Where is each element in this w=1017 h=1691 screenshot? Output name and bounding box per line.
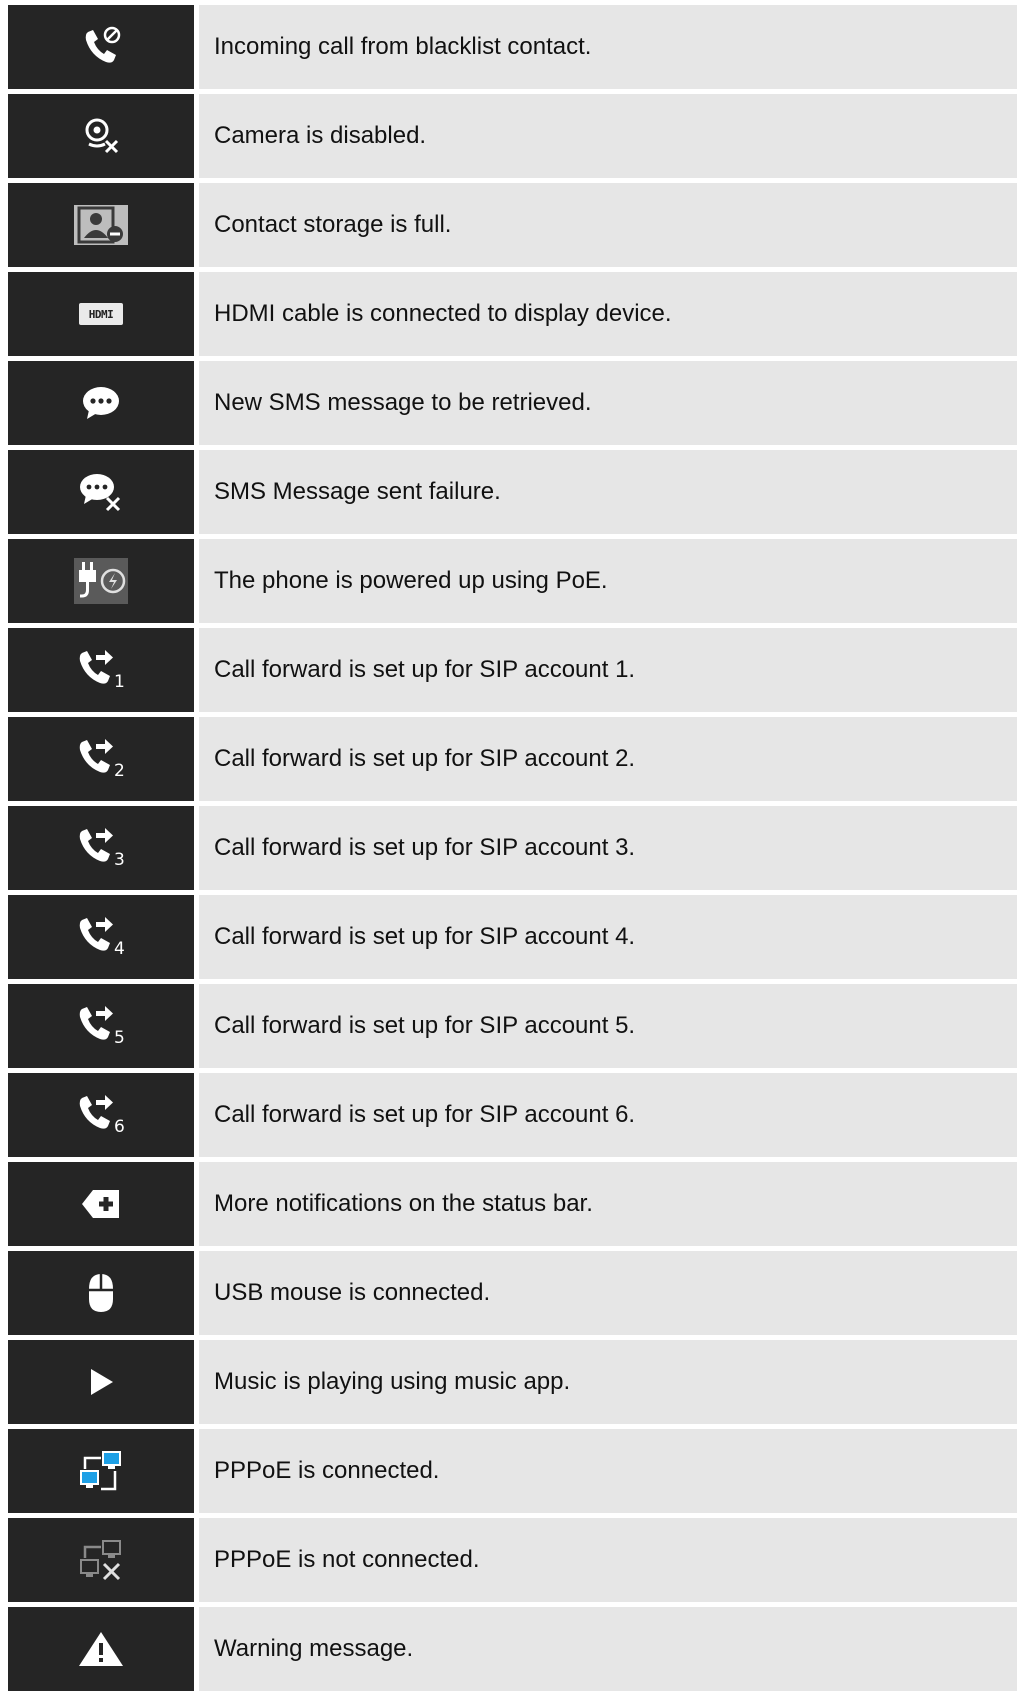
description-cell: Camera is disabled. <box>199 94 1017 178</box>
description-cell: USB mouse is connected. <box>199 1251 1017 1335</box>
description-text: Call forward is set up for SIP account 6… <box>214 1101 636 1128</box>
account-number-label: 2 <box>114 761 125 781</box>
icon-cell: 2 <box>8 717 194 801</box>
description-cell: Music is playing using music app. <box>199 1340 1017 1424</box>
call-forward-icon: 5 <box>73 1002 129 1050</box>
account-number-label: 1 <box>114 672 125 692</box>
icon-cell: 5 <box>8 984 194 1068</box>
icon-cell <box>8 1518 194 1602</box>
description-text: Incoming call from blacklist contact. <box>214 33 592 60</box>
description-text: Call forward is set up for SIP account 3… <box>214 834 636 861</box>
pppoe-disconnected-icon <box>77 1538 125 1582</box>
description-cell: Call forward is set up for SIP account 2… <box>199 717 1017 801</box>
description-cell: New SMS message to be retrieved. <box>199 361 1017 445</box>
description-text: Camera is disabled. <box>214 122 427 149</box>
description-text: SMS Message sent failure. <box>214 478 501 505</box>
description-text: HDMI cable is connected to display devic… <box>214 300 672 327</box>
account-number-label: 3 <box>114 850 125 870</box>
description-text: PPPoE is connected. <box>214 1457 440 1484</box>
music-playing-icon <box>86 1366 116 1398</box>
icon-cell: 4 <box>8 895 194 979</box>
description-text: New SMS message to be retrieved. <box>214 389 592 416</box>
description-cell: Contact storage is full. <box>199 183 1017 267</box>
description-text: Music is playing using music app. <box>214 1368 571 1395</box>
description-text: Call forward is set up for SIP account 4… <box>214 923 636 950</box>
description-cell: SMS Message sent failure. <box>199 450 1017 534</box>
description-cell: Call forward is set up for SIP account 4… <box>199 895 1017 979</box>
description-cell: Incoming call from blacklist contact. <box>199 5 1017 89</box>
description-text: The phone is powered up using PoE. <box>214 567 608 594</box>
description-cell: HDMI cable is connected to display devic… <box>199 272 1017 356</box>
call-forward-icon: 1 <box>73 646 129 694</box>
icon-cell <box>8 539 194 623</box>
call-forward-icon: 4 <box>73 913 129 961</box>
account-number-label: 5 <box>114 1028 125 1048</box>
account-number-label: 4 <box>114 939 125 959</box>
description-cell: PPPoE is not connected. <box>199 1518 1017 1602</box>
camera-disabled-icon <box>79 114 123 158</box>
status-icon-table: Incoming call from blacklist contact. Ca… <box>8 5 1017 1691</box>
description-cell: More notifications on the status bar. <box>199 1162 1017 1246</box>
account-number-label: 6 <box>114 1117 125 1137</box>
icon-cell <box>8 1251 194 1335</box>
icon-cell: HDMI <box>8 272 194 356</box>
poe-power-icon <box>72 556 130 606</box>
icon-cell <box>8 1162 194 1246</box>
icon-cell <box>8 183 194 267</box>
icon-cell: 1 <box>8 628 194 712</box>
sms-failure-icon <box>77 470 125 514</box>
description-text: Call forward is set up for SIP account 2… <box>214 745 636 772</box>
description-cell: Call forward is set up for SIP account 6… <box>199 1073 1017 1157</box>
description-text: Warning message. <box>214 1635 414 1662</box>
description-cell: Call forward is set up for SIP account 1… <box>199 628 1017 712</box>
call-forward-icon: 6 <box>73 1091 129 1139</box>
pppoe-connected-icon <box>77 1449 125 1493</box>
call-forward-icon: 3 <box>73 824 129 872</box>
contact-storage-full-icon <box>71 202 131 248</box>
icon-cell <box>8 94 194 178</box>
description-text: USB mouse is connected. <box>214 1279 491 1306</box>
description-text: More notifications on the status bar. <box>214 1190 593 1217</box>
description-text: Call forward is set up for SIP account 5… <box>214 1012 636 1039</box>
description-cell: The phone is powered up using PoE. <box>199 539 1017 623</box>
blacklist-call-icon <box>79 25 123 69</box>
sms-message-icon <box>79 383 123 423</box>
icon-cell <box>8 5 194 89</box>
description-cell: Warning message. <box>199 1607 1017 1691</box>
description-text: Contact storage is full. <box>214 211 452 238</box>
description-cell: PPPoE is connected. <box>199 1429 1017 1513</box>
icon-cell <box>8 361 194 445</box>
icon-cell: 3 <box>8 806 194 890</box>
call-forward-icon: 2 <box>73 735 129 783</box>
hdmi-icon: HDMI <box>79 303 123 325</box>
description-text: Call forward is set up for SIP account 1… <box>214 656 636 683</box>
icon-cell <box>8 1607 194 1691</box>
icon-cell <box>8 1429 194 1513</box>
usb-mouse-icon <box>86 1271 116 1315</box>
description-text: PPPoE is not connected. <box>214 1546 480 1573</box>
more-notifications-icon <box>79 1186 123 1222</box>
icon-cell: 6 <box>8 1073 194 1157</box>
icon-cell <box>8 1340 194 1424</box>
description-cell: Call forward is set up for SIP account 5… <box>199 984 1017 1068</box>
description-cell: Call forward is set up for SIP account 3… <box>199 806 1017 890</box>
icon-cell <box>8 450 194 534</box>
warning-icon <box>77 1629 125 1669</box>
